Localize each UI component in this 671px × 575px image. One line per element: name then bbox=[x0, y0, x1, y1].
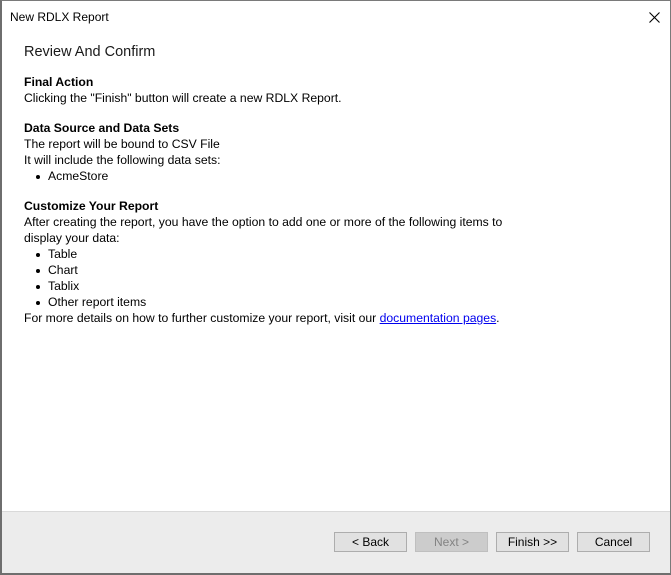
list-item: Tablix bbox=[34, 278, 650, 294]
more-details-suffix: . bbox=[496, 311, 500, 325]
dataset-list: AcmeStore bbox=[24, 168, 650, 184]
next-button[interactable]: Next > bbox=[415, 532, 488, 552]
title-bar: New RDLX Report bbox=[2, 1, 670, 33]
documentation-link[interactable]: documentation pages bbox=[380, 311, 497, 325]
button-bar: < Back Next > Finish >> Cancel bbox=[2, 511, 670, 573]
finish-button[interactable]: Finish >> bbox=[496, 532, 569, 552]
final-action-section: Final Action Clicking the "Finish" butto… bbox=[24, 74, 650, 106]
section-text: It will include the following data sets: bbox=[24, 153, 221, 167]
cancel-button[interactable]: Cancel bbox=[577, 532, 650, 552]
section-title: Customize Your Report bbox=[24, 199, 159, 213]
data-source-section: Data Source and Data Sets The report wil… bbox=[24, 120, 650, 184]
wizard-content: Review And Confirm Final Action Clicking… bbox=[24, 43, 650, 340]
close-button[interactable] bbox=[640, 3, 668, 31]
window-title: New RDLX Report bbox=[10, 10, 109, 24]
back-button[interactable]: < Back bbox=[334, 532, 407, 552]
list-item: Other report items bbox=[34, 294, 650, 310]
more-details-text: For more details on how to further custo… bbox=[24, 310, 650, 326]
section-text: Clicking the "Finish" button will create… bbox=[24, 91, 342, 105]
section-title: Data Source and Data Sets bbox=[24, 121, 180, 135]
section-text: The report will be bound to CSV File bbox=[24, 137, 220, 151]
more-details-prefix: For more details on how to further custo… bbox=[24, 311, 380, 325]
close-icon bbox=[648, 11, 660, 23]
page-heading: Review And Confirm bbox=[24, 44, 156, 60]
customize-section: Customize Your Report After creating the… bbox=[24, 198, 650, 326]
dialog-window: New RDLX Report Review And Confirm Final… bbox=[0, 0, 671, 575]
section-text: After creating the report, you have the … bbox=[24, 215, 503, 245]
list-item: Chart bbox=[34, 262, 650, 278]
list-item: Table bbox=[34, 246, 650, 262]
list-item: AcmeStore bbox=[34, 168, 650, 184]
section-title: Final Action bbox=[24, 75, 94, 89]
report-items-list: Table Chart Tablix Other report items bbox=[24, 246, 650, 310]
